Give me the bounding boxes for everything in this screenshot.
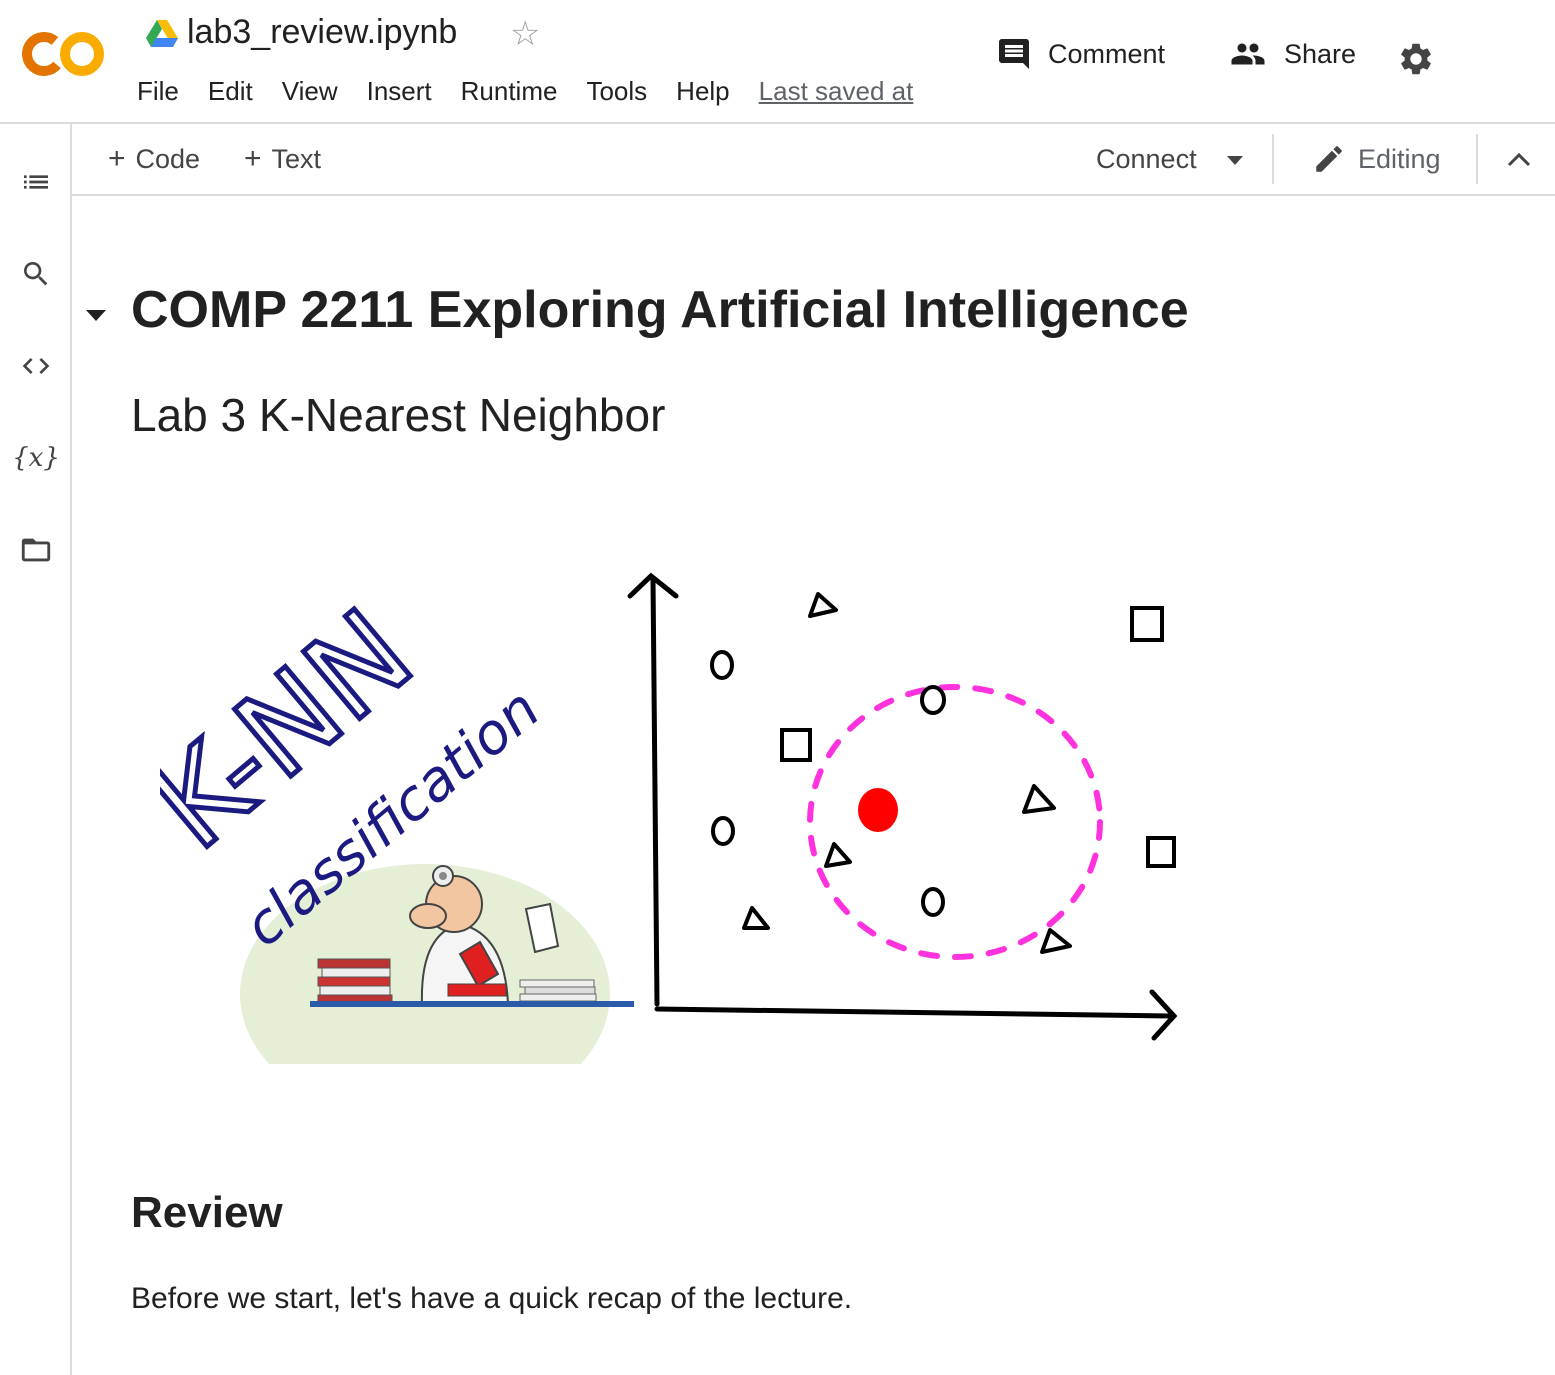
connect-button[interactable]: Connect xyxy=(1096,142,1197,176)
chevron-up-icon[interactable] xyxy=(1506,148,1532,175)
pencil-icon xyxy=(1316,146,1342,172)
comment-icon xyxy=(999,39,1029,69)
gear-icon[interactable] xyxy=(1397,40,1435,83)
add-text-label: Text xyxy=(271,144,322,174)
menu-insert[interactable]: Insert xyxy=(367,74,432,108)
caret-down-icon[interactable] xyxy=(1227,156,1243,165)
folder-icon[interactable] xyxy=(18,532,54,568)
notebook-content: COMP 2211 Exploring Artificial Intellige… xyxy=(72,196,1555,1375)
menu-edit[interactable]: Edit xyxy=(208,74,253,108)
query-point xyxy=(858,788,898,832)
variables-icon[interactable]: {x} xyxy=(12,440,60,476)
notebook-title[interactable]: lab3_review.ipynb xyxy=(187,13,457,52)
class-triangle-points xyxy=(742,592,1072,954)
toolbar-divider xyxy=(1272,134,1274,184)
menu-file[interactable]: File xyxy=(137,74,179,108)
menu-view[interactable]: View xyxy=(282,74,338,108)
desk xyxy=(310,1001,634,1007)
menu-help[interactable]: Help xyxy=(676,74,729,108)
editing-mode-button[interactable]: Editing xyxy=(1312,142,1441,176)
section-heading: Review xyxy=(131,1188,283,1237)
people-icon xyxy=(1231,43,1265,65)
add-text-button[interactable]: + Text xyxy=(244,142,321,176)
share-label: Share xyxy=(1284,38,1357,69)
add-code-label: Code xyxy=(135,144,201,174)
list-icon[interactable] xyxy=(18,164,54,200)
y-axis xyxy=(650,576,660,1007)
colab-logo-icon[interactable] xyxy=(22,28,106,80)
comment-button[interactable]: Comment xyxy=(996,36,1165,72)
comment-label: Comment xyxy=(1048,38,1166,69)
section-paragraph: Before we start, let's have a quick reca… xyxy=(131,1282,853,1315)
menu-bar: File Edit View Insert Runtime Tools Help… xyxy=(137,74,913,108)
last-saved-link[interactable]: Last saved at xyxy=(759,74,914,108)
google-drive-icon xyxy=(146,20,178,48)
page-title: COMP 2211 Exploring Artificial Intellige… xyxy=(131,281,1189,339)
plus-icon: + xyxy=(108,142,126,175)
menu-runtime[interactable]: Runtime xyxy=(461,74,558,108)
x-axis xyxy=(654,1006,1173,1019)
editing-label: Editing xyxy=(1358,144,1441,174)
add-code-button[interactable]: + Code xyxy=(108,142,200,176)
page-subtitle: Lab 3 K-Nearest Neighbor xyxy=(131,389,666,441)
class-square-points xyxy=(780,606,1176,868)
menu-tools[interactable]: Tools xyxy=(586,74,647,108)
toolbar-divider xyxy=(1476,134,1478,184)
left-sidebar: {x} xyxy=(0,124,72,1375)
neighborhood-circle xyxy=(807,684,1103,960)
plus-icon: + xyxy=(244,142,262,175)
code-icon[interactable] xyxy=(18,348,54,384)
search-icon[interactable] xyxy=(18,256,54,292)
star-icon[interactable]: ☆ xyxy=(510,14,540,54)
share-button[interactable]: Share xyxy=(1228,36,1356,72)
axes xyxy=(627,572,1178,1041)
section-collapse-toggle[interactable] xyxy=(86,310,106,321)
knn-illustration: K-NN classification xyxy=(160,572,1178,1064)
notebook-toolbar: + Code + Text Connect Editing xyxy=(72,124,1555,196)
app-header: lab3_review.ipynb ☆ File Edit View Inser… xyxy=(0,0,1555,124)
